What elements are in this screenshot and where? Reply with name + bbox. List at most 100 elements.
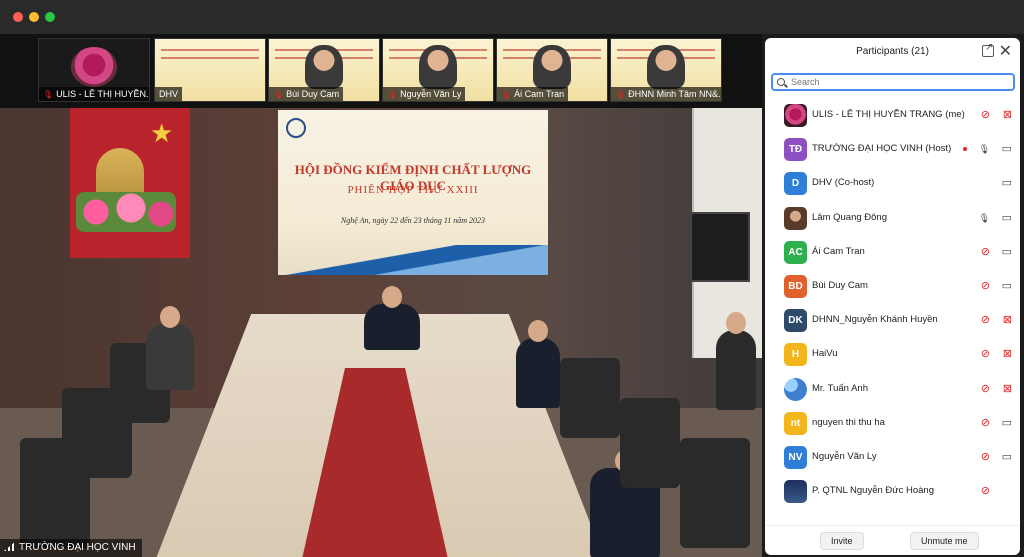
speaker-name: TRƯỜNG ĐẠI HỌC VINH [19,542,136,553]
participant-name: Lâm Quang Đông [812,211,887,223]
mic-muted-icon[interactable]: ⊘ [981,485,990,497]
mic-muted-icon: 🎙 [273,90,284,99]
participant-name: Nguyễn Văn Ly [812,450,877,462]
camera-icon[interactable]: ▭ [1002,212,1012,224]
mic-muted-icon[interactable]: ⊘ [981,246,990,258]
panel-footer: Invite Unmute me [765,525,1020,555]
signal-icon [4,541,16,551]
participant-row[interactable]: H HaiVu ⊘ ⊠ [765,338,1020,372]
avatar [784,104,807,127]
chair-person [364,286,420,350]
participant-face [647,45,685,89]
chair [560,358,620,438]
search-input[interactable] [771,73,1015,91]
participant-name: P. QTNL Nguyễn Đức Hoàng [812,485,935,497]
avatar: DK [784,309,807,333]
participants-panel: Participants (21) ✕ ULIS - LÊ THỊ HUYỀN … [765,38,1020,555]
participant-name: Bùi Duy Cam [812,279,868,291]
avatar: BD [784,274,807,298]
camera-off-icon[interactable]: ⊠ [1003,348,1012,360]
mic-icon[interactable]: 🎙 [979,212,990,224]
flower-avatar [71,47,117,87]
chair [620,398,680,488]
participant-row[interactable]: TĐ TRƯỜNG ĐẠI HỌC VINH (Host) 🎙 ▭ [765,133,1020,167]
avatar: H [784,343,807,367]
camera-off-icon[interactable]: ⊠ [1003,109,1012,121]
thumbnail-name: 🎙 Nguyễn Văn Ly [383,87,466,101]
ministry-logo [286,118,306,138]
panel-header: Participants (21) ✕ [765,38,1020,68]
mic-muted-icon[interactable]: ⊘ [981,280,990,292]
camera-icon[interactable]: ▭ [1002,177,1012,189]
main-video[interactable]: ★ HỘI ĐỒNG KIỂM ĐỊNH CHẤT LƯỢNG GIÁO DỤC… [0,108,762,557]
participant-row[interactable]: AC Ái Cam Tran ⊘ ▭ [765,236,1020,270]
popout-icon[interactable] [982,42,994,57]
backdrop-date: Nghệ An, ngày 22 đến 23 tháng 11 năm 202… [340,216,486,225]
mic-muted-icon: 🎙 [387,90,398,99]
chair [680,438,750,548]
backdrop-subtitle: PHIÊN HỌP THỨ XXIII [347,184,479,196]
minimize-window-button[interactable] [29,12,39,22]
avatar: NV [784,445,807,469]
thumbnail-name-text: Ái Cam Tran [514,89,565,99]
participant-row[interactable]: nt nguyen thi thu ha ⊘ ▭ [765,407,1020,441]
participant-row[interactable]: P. QTNL Nguyễn Đức Hoàng ⊘ [765,475,1020,509]
backdrop-wave [278,245,548,275]
close-window-button[interactable] [13,12,23,22]
camera-icon[interactable]: ▭ [1002,451,1012,463]
participant-name: ULIS - LÊ THỊ HUYỀN TRANG (me) [812,109,965,120]
thumbnail-name: 🎙 Bùi Duy Cam [269,87,344,101]
close-icon[interactable]: ✕ [999,41,1012,61]
video-thumbnail[interactable]: 🎙 Nguyễn Văn Ly [382,38,494,102]
flower-arrangement [76,192,176,232]
thumbnail-name-text: ULIS - LÊ THỊ HUYỀN... [56,89,150,99]
camera-off-icon[interactable]: ⊠ [1003,314,1012,326]
participant-row[interactable]: ULIS - LÊ THỊ HUYỀN TRANG (me) ⊘ ⊠ [765,99,1020,133]
video-thumbnail[interactable]: 🎙 ULIS - LÊ THỊ HUYỀN... [38,38,150,102]
invite-button[interactable]: Invite [820,532,864,550]
avatar [784,206,807,230]
video-thumbnail[interactable]: 🎙 ĐHNN Minh Tâm NN&... [610,38,722,102]
title-bar [0,0,1024,34]
participant-row[interactable]: Mr. Tuấn Anh ⊘ ⊠ [765,373,1020,407]
participant-row[interactable]: NV Nguyễn Văn Ly ⊘ ▭ [765,441,1020,475]
participant-row[interactable]: BD Bùi Duy Cam ⊘ ▭ [765,270,1020,304]
thumbnail-name-text: Bùi Duy Cam [286,89,340,99]
participant-list[interactable]: ULIS - LÊ THỊ HUYỀN TRANG (me) ⊘ ⊠ TĐ TRƯỜNG… [765,99,1020,511]
unmute-button[interactable]: Unmute me [910,532,979,550]
avatar [784,377,807,401]
mic-icon[interactable]: 🎙 [979,143,990,155]
participant-row[interactable]: DK DHNN_Nguyễn Khánh Huyền ⊘ ⊠ [765,304,1020,338]
participant-row[interactable]: Lâm Quang Đông 🎙 ▭ [765,202,1020,236]
participant-name: nguyen thi thu ha [812,416,885,428]
participant-name: TRƯỜNG ĐẠI HỌC VINH (Host) [812,143,952,155]
mic-muted-icon[interactable]: ⊘ [981,314,990,326]
meeting-backdrop: HỘI ĐỒNG KIỂM ĐỊNH CHẤT LƯỢNG GIÁO DỤC P… [278,110,548,275]
participant-face [533,45,571,89]
participant-face [305,45,343,89]
participant-row[interactable]: D DHV (Co-host) ▭ [765,167,1020,201]
participant-face [419,45,457,89]
camera-icon[interactable]: ▭ [1002,246,1012,258]
video-thumbnail[interactable]: 🎙 Ái Cam Tran [496,38,608,102]
video-stage: 🎙 ULIS - LÊ THỊ HUYỀN... DHV 🎙 Bùi Duy Cam 🎙 N… [0,34,762,557]
search-icon [777,78,785,86]
maximize-window-button[interactable] [45,12,55,22]
mic-muted-icon[interactable]: ⊘ [981,348,990,360]
camera-off-icon[interactable]: ⊠ [1003,383,1012,395]
mic-muted-icon[interactable]: ⊘ [981,383,990,395]
mic-muted-icon[interactable]: ⊘ [981,417,990,429]
video-thumbnail[interactable]: DHV [154,38,266,102]
thumbnail-name: 🎙 ĐHNN Minh Tâm NN&... [611,87,721,101]
mic-muted-icon: 🎙 [615,90,626,99]
mic-muted-icon[interactable]: ⊘ [981,451,990,463]
mic-muted-icon: 🎙 [43,90,54,99]
camera-icon[interactable]: ▭ [1002,280,1012,292]
mic-muted-icon[interactable]: ⊘ [981,109,990,121]
camera-icon[interactable]: ▭ [1002,417,1012,429]
attendee [716,312,756,410]
thumbnail-name: 🎙 ULIS - LÊ THỊ HUYỀN... [39,87,150,101]
thumbnail-name: DHV [155,87,183,101]
camera-icon[interactable]: ▭ [1002,143,1012,155]
video-thumbnail[interactable]: 🎙 Bùi Duy Cam [268,38,380,102]
